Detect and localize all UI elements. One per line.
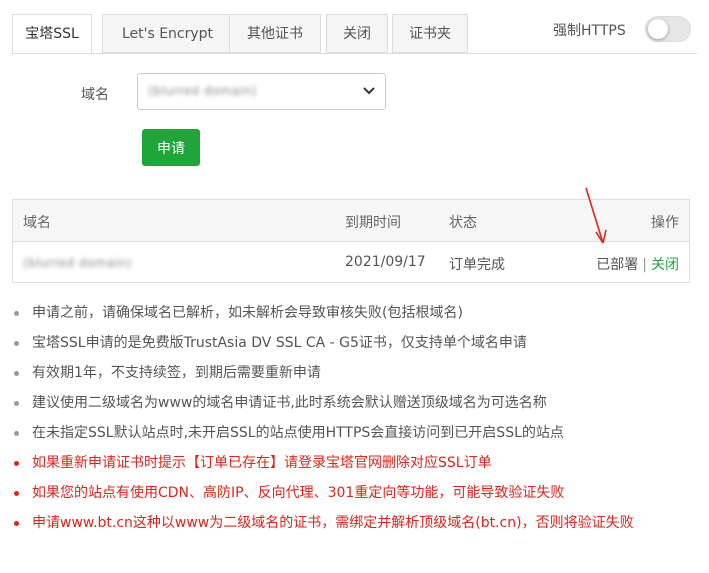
chevron-down-icon [363,87,375,95]
toggle-knob [648,19,668,39]
row-status: 订单完成 [449,257,505,273]
row-domain: (blurred domain) [23,256,133,270]
apply-button[interactable]: 申请 [142,129,200,166]
tips-list: 申请之前，请确保域名已解析，如未解析会导致审核失败(包括根域名) 宝塔SSL申请… [14,298,634,538]
row-expire: 2021/09/17 [345,254,426,270]
deployed-label: 已部署 [596,257,639,273]
column-status: 状态 [449,215,477,231]
domain-select[interactable]: (blurred domain) [137,73,386,110]
warning-tip-item: 如果您的站点有使用CDN、高防IP、反向代理、301重定向等功能，可能导致验证失… [14,478,634,508]
force-https-toggle[interactable] [645,16,691,42]
column-actions: 操作 [651,215,679,231]
domain-label: 域名 [81,87,109,103]
force-https-label: 强制HTTPS [553,23,626,39]
tip-item: 在未指定SSL默认站点时,未开启SSL的站点使用HTTPS会直接访问到已开启SS… [14,418,634,448]
red-arrow-annotation [585,187,607,244]
column-domain: 域名 [23,215,51,231]
action-separator: | [642,257,647,273]
tab-baota-ssl[interactable]: 宝塔SSL [12,14,92,54]
tip-item: 建议使用二级域名为www的域名申请证书,此时系统会默认赠送顶级域名为可选名称 [14,388,634,418]
close-link[interactable]: 关闭 [651,257,679,273]
warning-tip-item: 如果重新申请证书时提示【订单已存在】请登录宝塔官网删除对应SSL订单 [14,448,634,478]
tab-divider [12,53,697,54]
row-actions: 已部署 | 关闭 [596,254,679,274]
column-expire: 到期时间 [345,215,401,231]
tab-cert-folder[interactable]: 证书夹 [392,14,468,53]
tab-other-cert[interactable]: 其他证书 [229,14,321,53]
warning-tip-item: 申请www.bt.cn这种以www为二级域名的证书，需绑定并解析顶级域名(bt.… [14,508,634,538]
tip-item: 有效期1年，不支持续签，到期后需要重新申请 [14,358,634,388]
tab-lets-encrypt[interactable]: Let's Encrypt [102,14,233,53]
tip-item: 宝塔SSL申请的是免费版TrustAsia DV SSL CA - G5证书，仅… [14,328,634,358]
tab-close[interactable]: 关闭 [326,14,388,53]
tip-item: 申请之前，请确保域名已解析，如未解析会导致审核失败(包括根域名) [14,298,634,328]
selected-domain: (blurred domain) [148,84,258,98]
